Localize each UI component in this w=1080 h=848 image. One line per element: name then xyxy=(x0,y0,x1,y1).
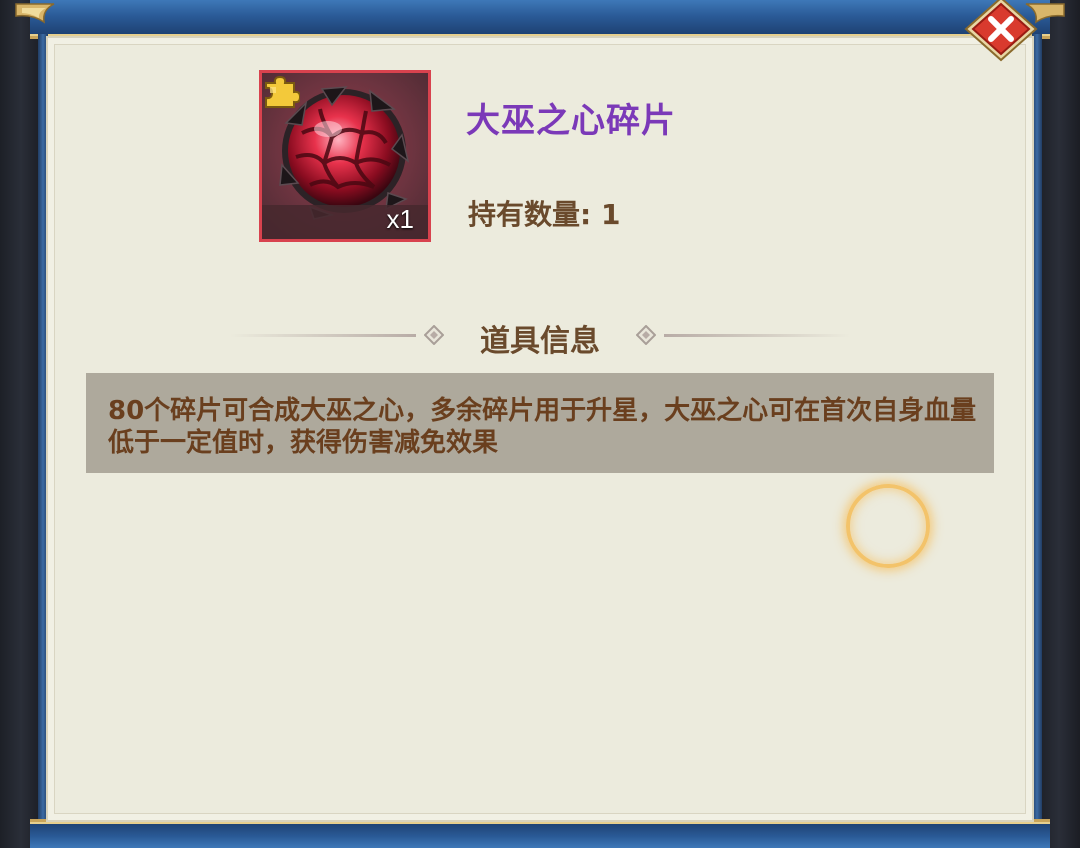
item-name: 大巫之心碎片 xyxy=(466,101,676,141)
close-button[interactable] xyxy=(962,0,1040,62)
right-frame-pillar xyxy=(1038,0,1080,848)
left-frame-pillar xyxy=(0,0,42,848)
puzzle-piece-icon xyxy=(265,75,300,108)
bottom-frame-bar xyxy=(30,819,1050,848)
item-info-dialog: x1 大巫之心碎片 持有数量: 1 道具信息 80个碎片可合成大巫之心，多余碎片… xyxy=(0,0,1080,848)
section-header: 道具信息 xyxy=(230,314,850,359)
section-divider-right xyxy=(664,334,850,337)
diamond-ornament-icon xyxy=(636,325,656,345)
owned-quantity-label: 持有数量: 1 xyxy=(468,198,621,231)
item-quantity-badge: x1 xyxy=(386,204,414,234)
top-frame-bar xyxy=(30,0,1050,39)
item-icon-frame: x1 xyxy=(259,70,431,242)
touch-indicator-ring xyxy=(846,484,930,568)
section-title: 道具信息 xyxy=(480,324,600,359)
description-text: 80个碎片可合成大巫之心，多余碎片用于升星，大巫之心可在首次自身血量低于一定值时… xyxy=(108,396,977,458)
description-box: 80个碎片可合成大巫之心，多余碎片用于升星，大巫之心可在首次自身血量低于一定值时… xyxy=(86,373,994,473)
